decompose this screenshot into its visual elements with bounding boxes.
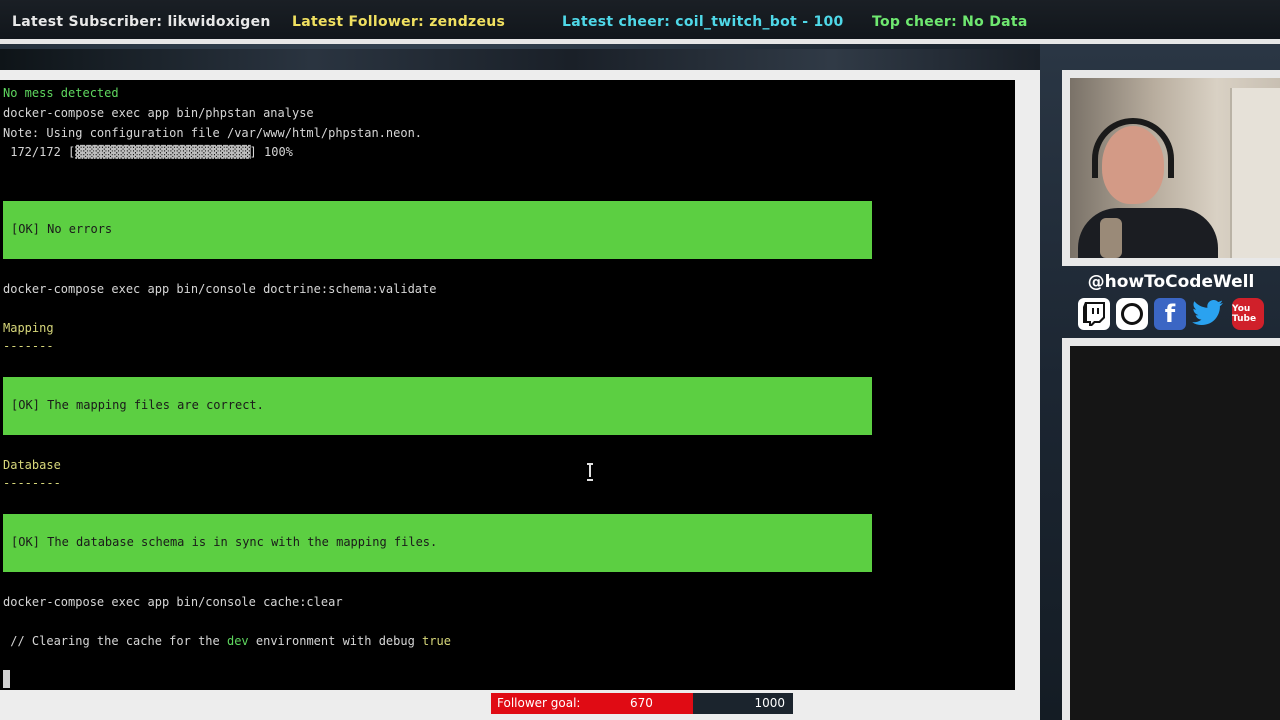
social-links: f You Tube (1078, 298, 1268, 332)
latest-cheer: Latest cheer: coil_twitch_bot - 100 (562, 14, 844, 30)
ok-banner: [OK] The database schema is in sync with… (3, 514, 872, 572)
goal-current: 670 (630, 696, 653, 710)
twitch-icon[interactable] (1078, 298, 1110, 330)
terminal-line: docker-compose exec app bin/console cach… (3, 595, 343, 609)
text-cursor-icon (587, 463, 593, 481)
ok-message: [OK] No errors (11, 222, 113, 236)
facebook-icon[interactable]: f (1154, 298, 1186, 330)
instagram-icon[interactable] (1116, 298, 1148, 330)
webcam-feed (1070, 78, 1280, 258)
latest-subscriber: Latest Subscriber: likwidoxigen (12, 14, 271, 30)
clear-prefix: // Clearing the cache for the (3, 634, 227, 648)
env-value: dev (226, 634, 249, 648)
ok-banner: [OK] The mapping files are correct. (3, 377, 872, 435)
youtube-glyph: You Tube (1232, 304, 1257, 324)
microphone (1100, 218, 1122, 258)
goal-label: Follower goal: (497, 696, 581, 710)
progress-line: 172/172 [▓▓▓▓▓▓▓▓▓▓▓▓▓▓▓▓▓▓▓▓▓▓▓▓▓▓▓▓] 1… (3, 144, 293, 160)
twitter-icon[interactable] (1192, 298, 1224, 330)
top-cheer: Top cheer: No Data (872, 14, 1028, 30)
terminal-line: Note: Using configuration file /var/www/… (3, 126, 423, 140)
follower-goal-bar: Follower goal: 670 1000 (491, 693, 793, 714)
cache-clear-line: // Clearing the cache for the dev enviro… (3, 633, 451, 649)
terminal-window[interactable]: No mess detected docker-compose exec app… (0, 80, 1015, 690)
section-heading: Database (3, 458, 61, 472)
terminal-line: No mess detected (3, 86, 119, 100)
stream-info-bar: Latest Subscriber: likwidoxigen Latest F… (0, 0, 1280, 44)
headset (1092, 118, 1174, 178)
chat-panel (1070, 346, 1280, 720)
latest-follower: Latest Follower: zendzeus (292, 14, 506, 30)
ok-message: [OK] The mapping files are correct. (11, 398, 264, 412)
ok-message: [OK] The database schema is in sync with… (11, 535, 438, 549)
debug-value: true (422, 634, 451, 648)
ok-banner: [OK] No errors (3, 201, 872, 259)
progress-bar: ▓▓▓▓▓▓▓▓▓▓▓▓▓▓▓▓▓▓▓▓▓▓▓▓▓▓▓▓ (75, 145, 250, 159)
section-underline: -------- (3, 476, 61, 490)
terminal-line: docker-compose exec app bin/phpstan anal… (3, 106, 314, 120)
terminal-line: docker-compose exec app bin/console doct… (3, 282, 437, 296)
goal-target: 1000 (754, 696, 785, 710)
facebook-glyph: f (1164, 300, 1176, 328)
section-underline: ------- (3, 339, 54, 353)
progress-count: 172/172 [ (3, 145, 76, 159)
progress-percent: ] 100% (249, 145, 293, 159)
terminal-cursor (3, 670, 10, 688)
youtube-icon[interactable]: You Tube (1232, 298, 1264, 330)
clear-mid: environment with debug (248, 634, 423, 648)
section-heading: Mapping (3, 321, 54, 335)
channel-handle: @howToCodeWell (1087, 272, 1255, 292)
background-door (1230, 88, 1280, 258)
streamer-torso (1078, 208, 1218, 258)
